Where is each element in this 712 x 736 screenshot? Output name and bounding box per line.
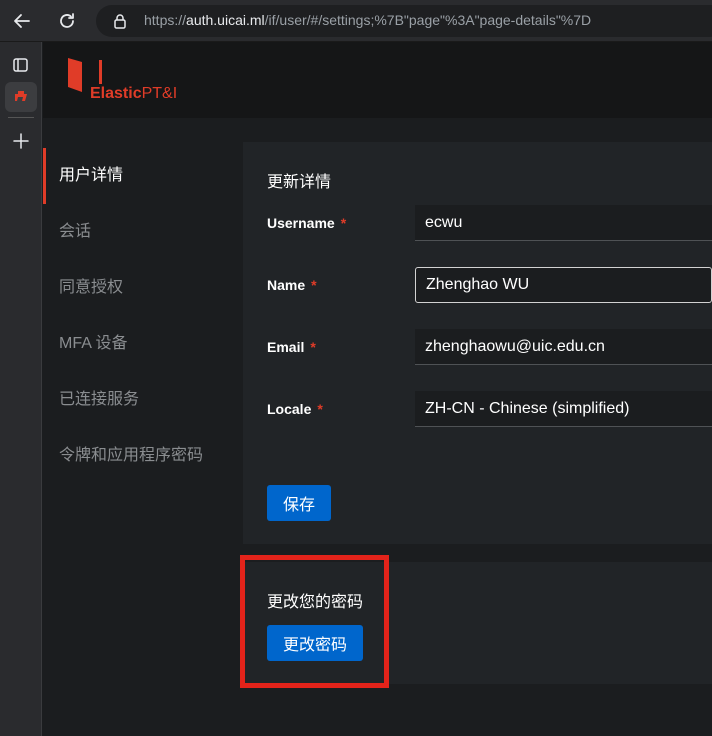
vertical-tab-strip: [0, 42, 42, 736]
new-tab-button[interactable]: [5, 126, 37, 156]
locale-select[interactable]: [415, 391, 712, 427]
nav-item-consents[interactable]: 同意授权: [43, 260, 243, 316]
tabs-icon: [13, 58, 28, 72]
back-button[interactable]: [8, 7, 36, 35]
highlight-annotation: [240, 555, 389, 688]
username-input[interactable]: [415, 205, 712, 241]
locale-row: Locale *: [267, 391, 712, 427]
reload-button[interactable]: [53, 7, 81, 35]
username-row: Username *: [267, 205, 712, 241]
card-title: 更新详情: [267, 174, 332, 191]
nav-item-user-details[interactable]: 用户详情: [43, 148, 243, 204]
brand-name: ElasticPT&I: [90, 85, 178, 102]
locale-label: Locale *: [267, 401, 323, 417]
nav-item-mfa-devices[interactable]: MFA 设备: [43, 316, 243, 372]
url-text: https://auth.uicai.ml/if/user/#/settings…: [144, 12, 592, 28]
username-label: Username *: [267, 215, 347, 231]
reload-icon: [60, 13, 74, 28]
page-header: ElasticPT&I: [43, 42, 712, 118]
lock-icon: [114, 14, 126, 29]
plus-icon: [13, 133, 29, 149]
name-input[interactable]: [415, 267, 712, 303]
nav-item-connected-services[interactable]: 已连接服务: [43, 372, 243, 428]
nav-item-tokens[interactable]: 令牌和应用程序密码: [43, 428, 243, 484]
elastic-favicon-icon: [15, 91, 27, 101]
address-bar[interactable]: https://auth.uicai.ml/if/user/#/settings…: [96, 5, 712, 37]
update-details-card: 更新详情 Username* Name* Email* Locale* 保存: [243, 142, 712, 544]
browser-toolbar: https://auth.uicai.ml/if/user/#/settings…: [0, 0, 712, 42]
email-input[interactable]: [415, 329, 712, 365]
email-row: Email *: [267, 329, 712, 365]
page-content: ElasticPT&I 用户详情 会话 同意授权 MFA 设备 已连接服务 令牌…: [43, 42, 712, 736]
name-row: Name *: [267, 267, 712, 303]
tab-elastic[interactable]: [5, 82, 37, 112]
nav-item-sessions[interactable]: 会话: [43, 204, 243, 260]
tab-actions-button[interactable]: [5, 50, 37, 80]
tab-divider: [8, 117, 34, 118]
arrow-left-icon: [14, 14, 30, 28]
name-label: Name *: [267, 277, 317, 293]
email-label: Email *: [267, 339, 316, 355]
save-button[interactable]: 保存: [267, 485, 332, 521]
